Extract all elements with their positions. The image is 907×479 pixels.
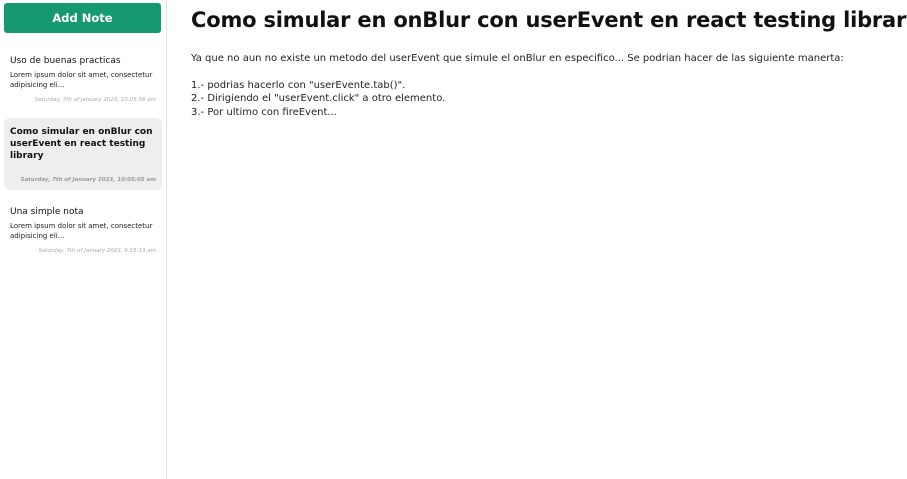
add-note-button[interactable]: Add Note xyxy=(4,3,161,33)
note-item[interactable]: Una simple nota Lorem ipsum dolor sit am… xyxy=(4,198,162,261)
note-body: Ya que no aun no existe un metodo del us… xyxy=(191,52,907,119)
note-line: 1.- podrias hacerlo con "userEvente.tab(… xyxy=(191,79,406,91)
note-date: Saturday, 7th of January 2023, 10:05:56 … xyxy=(34,97,156,103)
note-intro: Ya que no aun no existe un metodo del us… xyxy=(191,53,844,64)
notes-app: Add Note Uso de buenas practicas Lorem i… xyxy=(0,0,907,479)
note-line: 3.- Por ultimo con fireEvent... xyxy=(191,106,337,118)
note-item-active[interactable]: Como simular en onBlur con userEvent en … xyxy=(4,118,162,190)
sidebar: Add Note Uso de buenas practicas Lorem i… xyxy=(0,0,167,479)
note-list: Uso de buenas practicas Lorem ipsum dolo… xyxy=(4,47,162,261)
note-item[interactable]: Uso de buenas practicas Lorem ipsum dolo… xyxy=(4,47,162,110)
note-excerpt: Lorem ipsum dolor sit amet, consectetur … xyxy=(10,222,153,240)
note-title: Uso de buenas practicas xyxy=(10,56,121,66)
note-date: Saturday, 7th of January 2023, 10:05:05 … xyxy=(20,177,157,183)
note-title: Como simular en onBlur con userEvent en … xyxy=(10,127,153,161)
note-title: Una simple nota xyxy=(10,207,84,217)
note-date: Saturday, 7th of January 2023, 9:55:13 a… xyxy=(38,248,156,254)
note-line: 2.- Dirigiendo el "userEvent.click" a ot… xyxy=(191,93,446,104)
note-heading: Como simular en onBlur con userEvent en … xyxy=(191,8,907,32)
note-view: Como simular en onBlur con userEvent en … xyxy=(167,0,907,479)
note-excerpt: Lorem ipsum dolor sit amet, consectetur … xyxy=(10,71,153,89)
